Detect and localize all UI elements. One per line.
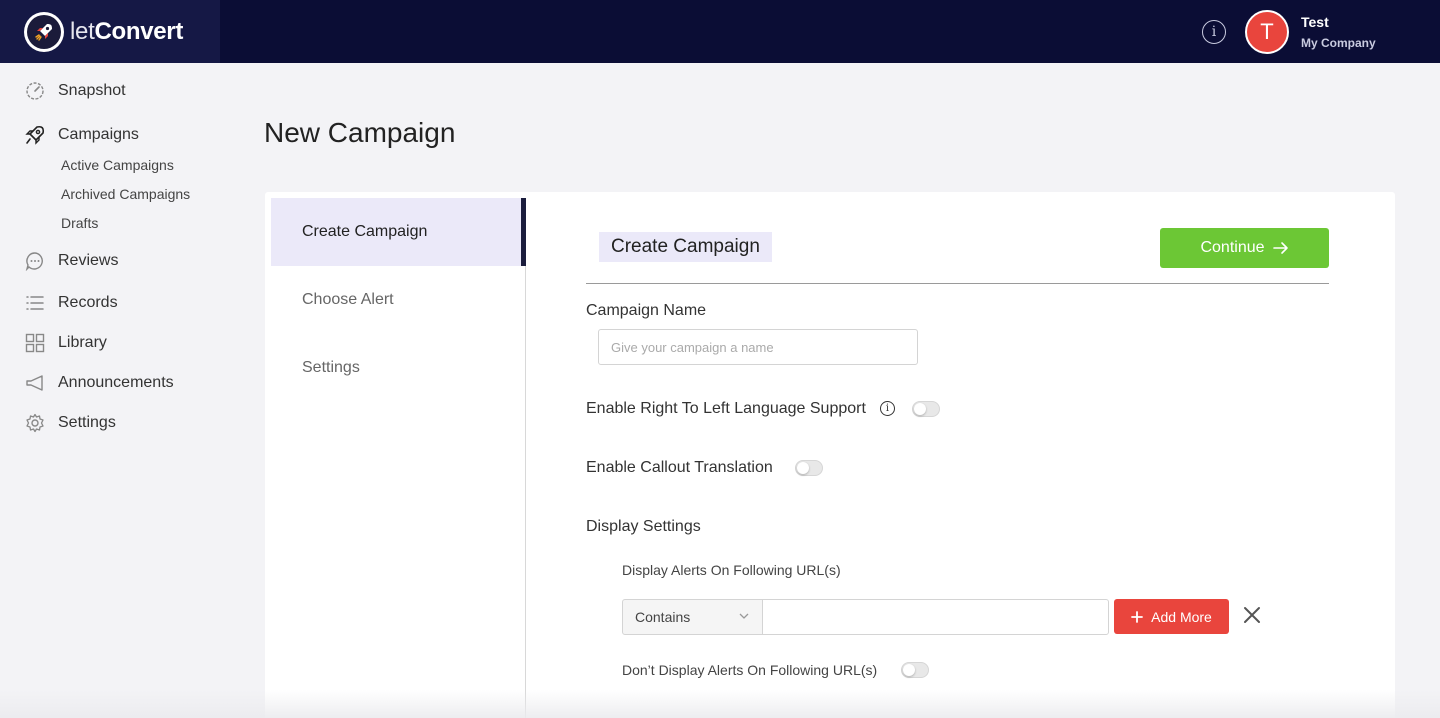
campaign-name-input[interactable] [598, 329, 918, 365]
step-choose-alert[interactable]: Choose Alert [271, 266, 526, 334]
add-more-button[interactable]: Add More [1114, 599, 1229, 634]
plus-icon [1131, 610, 1144, 623]
sidebar-item-label: Settings [58, 414, 116, 431]
section-title: Create Campaign [599, 232, 772, 262]
user-name[interactable]: Test [1301, 14, 1329, 30]
sidebar-item-campaigns[interactable]: Campaigns [24, 124, 139, 146]
info-icon[interactable]: i [1202, 20, 1226, 44]
continue-button[interactable]: Continue [1160, 228, 1329, 268]
sidebar-item-records[interactable]: Records [24, 292, 118, 314]
sidebar-item-label: Records [58, 294, 118, 311]
avatar[interactable]: T [1245, 10, 1289, 54]
rtl-support-toggle[interactable] [912, 401, 940, 417]
page-title: New Campaign [264, 117, 456, 148]
sidebar-item-announcements[interactable]: Announcements [24, 372, 174, 394]
sidebar-item-snapshot[interactable]: Snapshot [24, 80, 126, 102]
add-more-label: Add More [1151, 608, 1212, 625]
sidebar-item-library[interactable]: Library [24, 332, 107, 354]
sidebar-item-label: Snapshot [58, 82, 126, 99]
callout-translation-toggle[interactable] [795, 460, 823, 476]
user-company[interactable]: My Company [1301, 36, 1376, 50]
chevron-down-icon [739, 613, 749, 619]
continue-label: Continue [1200, 239, 1265, 256]
brand-logo[interactable]: letConvert [0, 0, 220, 63]
sidebar-item-settings[interactable]: Settings [24, 412, 116, 434]
chat-bubble-icon [24, 250, 46, 272]
section-divider [586, 283, 1329, 284]
list-icon [24, 292, 46, 314]
sidebar-subitem-drafts[interactable]: Drafts [61, 215, 98, 231]
sidebar-subitem-archived-campaigns[interactable]: Archived Campaigns [61, 186, 190, 202]
sidebar-item-label: Announcements [58, 374, 174, 391]
sidebar-item-reviews[interactable]: Reviews [24, 250, 118, 272]
url-input[interactable] [762, 599, 1109, 635]
step-settings[interactable]: Settings [271, 334, 526, 402]
sidebar: Snapshot Campaigns Active Campaigns Arch… [0, 63, 240, 718]
rocket-logo-icon [24, 11, 64, 52]
info-icon[interactable]: i [880, 401, 895, 416]
gear-icon [24, 412, 46, 434]
callout-translation-label: Enable Callout Translation [586, 459, 773, 476]
bottom-fade [0, 690, 1440, 718]
top-bar: letConvert i T Test My Company [0, 0, 1440, 63]
megaphone-icon [24, 372, 46, 394]
brand-name: letConvert [70, 17, 184, 45]
sidebar-item-label: Campaigns [58, 126, 139, 143]
step-create-campaign[interactable]: Create Campaign [271, 198, 526, 266]
match-type-select[interactable]: Contains [622, 599, 763, 635]
display-settings-heading: Display Settings [586, 518, 701, 535]
rocket-icon [24, 124, 46, 146]
grid-icon [24, 332, 46, 354]
arrow-right-icon [1272, 242, 1288, 254]
campaign-name-label: Campaign Name [586, 302, 707, 319]
step-list: Create Campaign Choose Alert Settings [271, 198, 526, 718]
dont-display-urls-toggle[interactable] [901, 662, 929, 678]
display-urls-label: Display Alerts On Following URL(s) [622, 562, 841, 578]
sidebar-subitem-active-campaigns[interactable]: Active Campaigns [61, 157, 174, 173]
sidebar-item-label: Library [58, 334, 107, 351]
sidebar-item-label: Reviews [58, 252, 119, 269]
rtl-support-label: Enable Right To Left Language Support [586, 400, 866, 417]
speedometer-icon [24, 80, 46, 102]
match-type-value: Contains [635, 609, 691, 625]
close-icon[interactable] [1242, 605, 1262, 625]
dont-display-urls-label: Don’t Display Alerts On Following URL(s) [622, 662, 878, 678]
